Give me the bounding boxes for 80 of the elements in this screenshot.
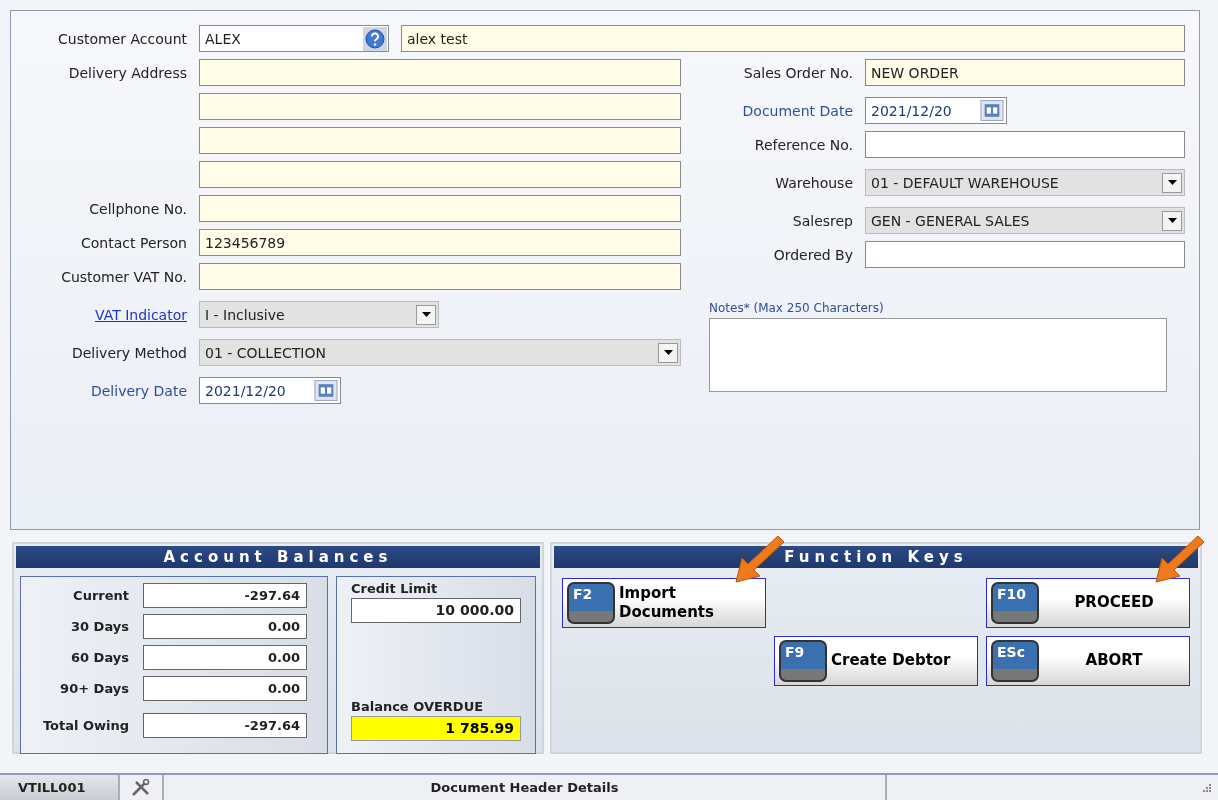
- input-field[interactable]: [865, 131, 1185, 158]
- field-label: Sales Order No.: [742, 64, 853, 81]
- input-field[interactable]: [199, 127, 681, 154]
- dropdown-value: GEN - GENERAL SALES: [871, 212, 1030, 229]
- caret-icon: [1167, 180, 1177, 185]
- input-field[interactable]: NEW ORDER: [865, 59, 1185, 86]
- field-label: Cellphone No.: [88, 200, 187, 217]
- calendar-icon[interactable]: [314, 380, 338, 401]
- field-label: Document Date: [741, 102, 853, 119]
- account-code-field[interactable]: ALEX: [199, 25, 389, 52]
- caret-icon: [663, 350, 673, 355]
- date-value: 2021/12/20: [871, 102, 952, 119]
- dropdown-button[interactable]: [1162, 210, 1182, 231]
- caret-icon: [421, 312, 431, 317]
- input-field[interactable]: [199, 195, 681, 222]
- status-message: Document Header Details: [164, 775, 887, 800]
- field-label: Ordered By: [772, 246, 853, 263]
- input-field[interactable]: [199, 161, 681, 188]
- dropdown-field[interactable]: 01 - DEFAULT WAREHOUSE: [865, 169, 1185, 196]
- function-key-button[interactable]: F9 Create Debtor: [774, 636, 978, 686]
- key-cap: F2: [567, 582, 615, 624]
- dropdown-button[interactable]: [1162, 172, 1182, 193]
- dropdown-value: I - Inclusive: [205, 306, 285, 323]
- field-label: Customer VAT No.: [60, 268, 187, 285]
- dropdown-button[interactable]: [416, 304, 436, 325]
- input-field[interactable]: [199, 93, 681, 120]
- account-code: ALEX: [205, 30, 241, 47]
- balance-label: 60 Days: [70, 650, 129, 665]
- balance-value: 0.00: [143, 614, 307, 639]
- balance-value: -297.64: [143, 583, 307, 608]
- key-cap: ESc: [991, 640, 1039, 682]
- input-field[interactable]: [199, 59, 681, 86]
- input-field[interactable]: 123456789: [199, 229, 681, 256]
- notes-label: Notes* (Max 250 Characters): [709, 301, 885, 315]
- field-label: Contact Person: [80, 234, 187, 251]
- function-key-button[interactable]: F10 PROCEED: [986, 578, 1190, 628]
- credit-label: Credit Limit: [351, 581, 439, 596]
- dropdown-button[interactable]: [658, 342, 678, 363]
- field-label: Salesrep: [791, 212, 853, 229]
- field-label: Warehouse: [774, 174, 853, 191]
- balance-value: 0.00: [143, 645, 307, 670]
- notes-field[interactable]: [709, 318, 1167, 392]
- key-cap: F10: [991, 582, 1039, 624]
- balance-label: 90+ Days: [59, 681, 129, 696]
- function-key-button[interactable]: ESc ABORT: [986, 636, 1190, 686]
- dropdown-field[interactable]: 01 - COLLECTION: [199, 339, 681, 366]
- help-icon[interactable]: [363, 26, 387, 51]
- balance-label: 30 Days: [70, 619, 129, 634]
- input-field[interactable]: [199, 263, 681, 290]
- dropdown-value: 01 - DEFAULT WAREHOUSE: [871, 174, 1059, 191]
- credit-value: 10 000.00: [351, 598, 521, 623]
- field-label: Delivery Method: [70, 344, 187, 361]
- key-cap: F9: [779, 640, 827, 682]
- tools-icon[interactable]: [131, 778, 151, 797]
- dropdown-field[interactable]: GEN - GENERAL SALES: [865, 207, 1185, 234]
- field-label: Reference No.: [753, 136, 853, 153]
- date-field[interactable]: 2021/12/20: [199, 377, 341, 404]
- function-key-button[interactable]: F2 Import Documents: [562, 578, 766, 628]
- overdue-value: 1 785.99: [351, 716, 521, 741]
- field-label: Customer Account: [57, 30, 187, 47]
- input-field[interactable]: [865, 241, 1185, 268]
- field-label: Delivery Address: [67, 64, 187, 81]
- caret-icon: [1167, 218, 1177, 223]
- calendar-icon[interactable]: [980, 100, 1004, 121]
- resize-grip-icon[interactable]: [1202, 782, 1212, 793]
- dropdown-value: 01 - COLLECTION: [205, 344, 326, 361]
- account-name-field[interactable]: alex test: [401, 25, 1185, 52]
- vat-link[interactable]: VAT Indicator: [11, 306, 187, 323]
- balance-label: Total Owing: [41, 718, 129, 733]
- overdue-label: Balance OVERDUE: [351, 699, 484, 714]
- balance-value: -297.64: [143, 713, 307, 738]
- balance-value: 0.00: [143, 676, 307, 701]
- panel-title: Function Keys: [554, 546, 1198, 568]
- dropdown-field[interactable]: I - Inclusive: [199, 301, 439, 328]
- date-value: 2021/12/20: [205, 382, 286, 399]
- panel-title: Account Balances: [16, 546, 540, 568]
- field-label: Delivery Date: [89, 382, 187, 399]
- balance-label: Current: [72, 588, 129, 603]
- terminal-code: VTILL001: [0, 775, 120, 800]
- date-field[interactable]: 2021/12/20: [865, 97, 1007, 124]
